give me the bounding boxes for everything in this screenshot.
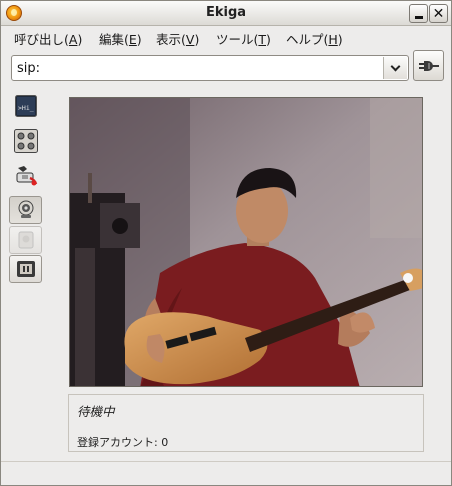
minimize-button[interactable] xyxy=(409,4,428,23)
menu-view[interactable]: 表示(V) xyxy=(156,29,199,48)
close-icon: ✕ xyxy=(432,5,445,22)
status-bar xyxy=(1,461,451,485)
webcam-icon xyxy=(18,200,33,218)
connect-button[interactable] xyxy=(413,50,444,81)
dialpad-icon xyxy=(13,129,38,153)
status-panel: 待機中 登録アカウント: 0 xyxy=(68,394,424,452)
menu-call[interactable]: 呼び出し(A) xyxy=(14,29,82,48)
phone-call-tool[interactable] xyxy=(9,162,42,190)
video-frame-image xyxy=(70,98,422,386)
text-chat-icon-label: >Hi_ xyxy=(18,104,34,112)
sip-address-input[interactable] xyxy=(13,57,381,79)
video-window-toggle[interactable] xyxy=(9,255,42,283)
menu-edit[interactable]: 編集(E) xyxy=(99,29,142,48)
minimize-icon xyxy=(414,16,423,19)
status-text: 待機中 xyxy=(77,404,115,419)
window-title: Ekiga xyxy=(205,5,247,20)
phone-call-icon xyxy=(16,166,37,186)
address-combo xyxy=(11,55,409,81)
address-dropdown-button[interactable] xyxy=(383,57,407,79)
chevron-down-icon xyxy=(390,61,401,71)
webcam-disabled-toggle[interactable] xyxy=(9,226,42,254)
menu-bar: 呼び出し(A) 編集(E) 表示(V) ツール(T) ヘルプ(H) xyxy=(1,26,451,48)
video-window-icon xyxy=(16,261,35,277)
dialpad-tool[interactable] xyxy=(9,127,42,155)
registered-accounts: 登録アカウント: 0 xyxy=(77,436,169,449)
webcam-off-icon xyxy=(18,231,33,249)
menu-help[interactable]: ヘルプ(H) xyxy=(286,29,343,48)
webcam-toggle[interactable] xyxy=(9,196,42,224)
ekiga-window: Ekiga ✕ 呼び出し(A) 編集(E) 表示(V) ツール(T) ヘルプ(H… xyxy=(0,0,452,486)
text-chat-tool[interactable]: >Hi_ xyxy=(9,92,42,120)
plug-connect-icon xyxy=(418,60,439,71)
close-button[interactable]: ✕ xyxy=(429,4,448,23)
menu-tools[interactable]: ツール(T) xyxy=(216,29,271,48)
text-chat-icon: >Hi_ xyxy=(14,95,37,117)
video-view xyxy=(69,97,423,387)
title-bar[interactable]: Ekiga ✕ xyxy=(1,1,451,26)
